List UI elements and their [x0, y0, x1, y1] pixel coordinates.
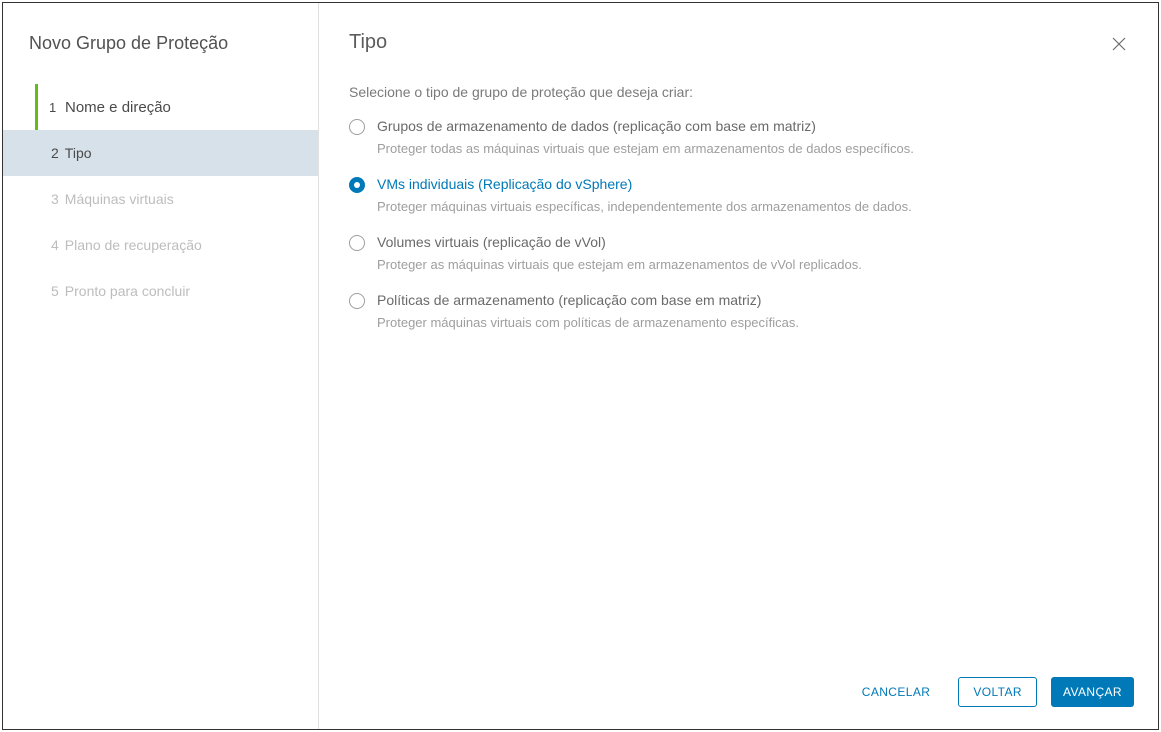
next-button[interactable]: AVANÇAR [1051, 677, 1134, 707]
sidebar-title: Novo Grupo de Proteção [3, 3, 318, 80]
option-description: Proteger as máquinas virtuais que esteja… [377, 257, 1128, 272]
step-label: Tipo [65, 145, 92, 161]
radio-icon[interactable] [349, 177, 365, 193]
option-virtual-volumes: Volumes virtuais (replicação de vVol) Pr… [349, 234, 1128, 272]
radio-icon[interactable] [349, 235, 365, 251]
step-list: 1 Nome e direção 2 Tipo 3 Máquinas virtu… [3, 84, 318, 314]
wizard-sidebar: Novo Grupo de Proteção 1 Nome e direção … [3, 3, 319, 729]
step-label: Plano de recuperação [65, 237, 202, 253]
option-row[interactable]: Políticas de armazenamento (replicação c… [349, 292, 1128, 309]
step-number: 3 [51, 191, 59, 207]
option-description: Proteger máquinas virtuais com políticas… [377, 315, 1128, 330]
step-recovery-plan: 4 Plano de recuperação [3, 222, 318, 268]
step-number: 4 [51, 237, 59, 253]
step-number: 2 [51, 145, 59, 161]
option-datastore-groups: Grupos de armazenamento de dados (replic… [349, 118, 1128, 156]
option-individual-vms: VMs individuais (Replicação do vSphere) … [349, 176, 1128, 214]
option-description: Proteger máquinas virtuais específicas, … [377, 199, 1128, 214]
option-label[interactable]: Volumes virtuais (replicação de vVol) [377, 234, 606, 250]
radio-icon[interactable] [349, 293, 365, 309]
step-label: Nome e direção [65, 99, 171, 116]
cancel-button[interactable]: CANCELAR [848, 677, 945, 707]
radio-icon[interactable] [349, 119, 365, 135]
option-row[interactable]: VMs individuais (Replicação do vSphere) [349, 176, 1128, 193]
wizard-main: Tipo Selecione o tipo de grupo de proteç… [319, 3, 1158, 729]
close-icon[interactable] [1110, 35, 1128, 53]
option-label[interactable]: Grupos de armazenamento de dados (replic… [377, 118, 816, 134]
step-number: 1 [49, 100, 56, 115]
main-header: Tipo [319, 3, 1158, 68]
step-label: Máquinas virtuais [65, 191, 174, 207]
wizard-dialog: Novo Grupo de Proteção 1 Nome e direção … [2, 2, 1159, 730]
wizard-footer: CANCELAR VOLTAR AVANÇAR [319, 658, 1158, 729]
option-description: Proteger todas as máquinas virtuais que … [377, 141, 1128, 156]
prompt-text: Selecione o tipo de grupo de proteção qu… [349, 84, 1128, 100]
step-vms: 3 Máquinas virtuais [3, 176, 318, 222]
page-title: Tipo [349, 31, 387, 54]
option-label[interactable]: VMs individuais (Replicação do vSphere) [377, 176, 632, 192]
step-name-direction[interactable]: 1 Nome e direção [3, 84, 318, 130]
step-type[interactable]: 2 Tipo [3, 130, 318, 176]
step-ready: 5 Pronto para concluir [3, 268, 318, 314]
main-body: Selecione o tipo de grupo de proteção qu… [319, 68, 1158, 658]
step-label: Pronto para concluir [65, 283, 190, 299]
option-row[interactable]: Grupos de armazenamento de dados (replic… [349, 118, 1128, 135]
option-row[interactable]: Volumes virtuais (replicação de vVol) [349, 234, 1128, 251]
option-label[interactable]: Políticas de armazenamento (replicação c… [377, 292, 761, 308]
step-number: 5 [51, 283, 59, 299]
option-storage-policies: Políticas de armazenamento (replicação c… [349, 292, 1128, 330]
back-button[interactable]: VOLTAR [958, 677, 1037, 707]
